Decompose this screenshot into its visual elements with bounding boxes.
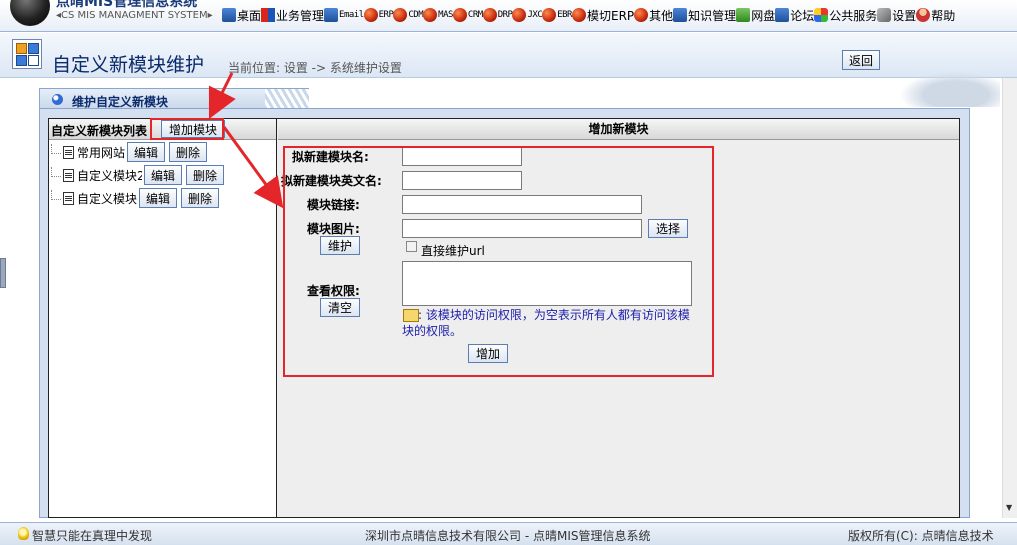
nav-item-15[interactable]: 公共服务 bbox=[814, 6, 877, 24]
nav-item-label: 桌面 bbox=[237, 8, 262, 23]
nav-item-label: MAS bbox=[438, 10, 453, 20]
nav-item-label: 知识管理 bbox=[688, 8, 737, 23]
nav-item-label: DRP bbox=[497, 10, 513, 20]
delete-module-button[interactable]: 删除 bbox=[186, 165, 225, 185]
nav-item-5[interactable]: MAS bbox=[423, 6, 453, 24]
footer-copyright: 版权所有(C): 点晴信息技术 bbox=[848, 529, 994, 543]
footer: 智慧只能在真理中发现 深圳市点晴信息技术有限公司 - 点晴MIS管理信息系统 版… bbox=[0, 522, 1017, 545]
tree-item[interactable]: 自定义模块2 编辑 删除 bbox=[51, 165, 225, 185]
edit-module-button[interactable]: 编辑 bbox=[144, 165, 183, 185]
nav-item-label: JXC bbox=[527, 10, 543, 20]
nav-item-1[interactable]: 业务管理 bbox=[261, 6, 324, 24]
email-icon bbox=[324, 8, 339, 22]
add-module-header: 增加新模块 bbox=[278, 119, 959, 140]
footer-company: 深圳市点晴信息技术有限公司 - 点晴MIS管理信息系统 bbox=[365, 529, 651, 543]
tree-item-label[interactable]: 自定义模块2 bbox=[77, 167, 142, 184]
diecut-erp-icon bbox=[571, 8, 586, 22]
business-icon bbox=[261, 8, 276, 22]
settings-icon bbox=[877, 8, 892, 22]
jxc-icon bbox=[512, 8, 527, 22]
nav-item-label: Email bbox=[339, 10, 364, 20]
cdm-icon bbox=[393, 8, 408, 22]
app-subtitle: ◂CS MIS MANAGMENT SYSTEM▸ bbox=[56, 10, 213, 21]
scroll-down-icon[interactable]: ▼ bbox=[1006, 503, 1012, 512]
tree-item[interactable]: 自定义模块 编辑 删除 bbox=[51, 188, 220, 208]
nav-item-label: 其他 bbox=[649, 8, 674, 23]
nav-item-label: CDM bbox=[408, 10, 424, 20]
desktop-icon bbox=[222, 8, 236, 22]
page-title: 自定义新模块维护 bbox=[52, 54, 205, 76]
tree-item-label[interactable]: 自定义模块 bbox=[77, 190, 137, 207]
nav-item-label: CRM bbox=[467, 10, 483, 20]
annotation-box-add-button bbox=[150, 118, 224, 140]
nav-item-12[interactable]: 知识管理 bbox=[673, 6, 736, 24]
nav-item-label: 模切ERP bbox=[586, 8, 635, 23]
mas-icon bbox=[423, 8, 438, 22]
nav-item-label: EBR bbox=[557, 10, 572, 20]
nav-item-7[interactable]: DRP bbox=[482, 6, 513, 24]
crm-icon bbox=[452, 8, 467, 22]
nav-item-16[interactable]: 设置 bbox=[877, 6, 916, 24]
nav-item-label: 公共服务 bbox=[829, 8, 878, 23]
document-icon bbox=[63, 145, 74, 159]
module-settings-icon bbox=[12, 39, 42, 69]
knowledge-icon bbox=[673, 8, 688, 22]
forum-icon bbox=[775, 8, 790, 22]
delete-module-button[interactable]: 删除 bbox=[169, 142, 208, 162]
nav-item-8[interactable]: JXC bbox=[512, 6, 543, 24]
nav-item-4[interactable]: CDM bbox=[393, 6, 424, 24]
footer-motto: 智慧只能在真理中发现 bbox=[32, 529, 153, 543]
nav-item-label: 设置 bbox=[892, 8, 917, 23]
bullet-icon bbox=[52, 94, 63, 105]
nav-item-label: 论坛 bbox=[790, 8, 815, 23]
annotation-box-form bbox=[283, 146, 714, 377]
public-service-icon bbox=[814, 8, 829, 22]
other-icon bbox=[634, 8, 649, 22]
back-button[interactable]: 返回 bbox=[842, 50, 880, 70]
breadcrumb: 当前位置: 设置 -> 系统维护设置 bbox=[228, 61, 402, 75]
top-nav: 桌面 业务管理 Email ERP CDM MAS CRM DRP JXC EBR 模切ERP 其他知… bbox=[222, 6, 955, 24]
top-bar: 点晴MIS管理信息系统 ◂CS MIS MANAGMENT SYSTEM▸ 桌面… bbox=[0, 0, 1017, 32]
nav-item-3[interactable]: ERP bbox=[363, 6, 394, 24]
tree-item[interactable]: 常用网站 编辑 删除 bbox=[51, 142, 208, 162]
netdisk-icon bbox=[736, 8, 751, 22]
drp-icon bbox=[482, 8, 497, 22]
edit-module-button[interactable]: 编辑 bbox=[139, 188, 178, 208]
document-icon bbox=[63, 168, 74, 182]
nav-item-17[interactable]: 帮助 bbox=[916, 6, 955, 24]
page-header: 自定义新模块维护 当前位置: 设置 -> 系统维护设置 返回 bbox=[0, 33, 1017, 107]
nav-item-14[interactable]: 论坛 bbox=[775, 6, 814, 24]
logo-icon bbox=[10, 0, 50, 26]
nav-item-11[interactable]: 其他 bbox=[634, 6, 673, 24]
tab-decoration bbox=[265, 88, 309, 110]
erp-icon bbox=[363, 8, 378, 22]
lightbulb-icon bbox=[18, 527, 29, 540]
delete-module-button[interactable]: 删除 bbox=[181, 188, 220, 208]
vertical-scrollbar[interactable]: ▼ bbox=[1002, 78, 1017, 518]
tab-maintain-modules[interactable]: 维护自定义新模块 bbox=[39, 88, 269, 110]
nav-item-label: 业务管理 bbox=[276, 8, 325, 23]
nav-item-13[interactable]: 网盘 bbox=[736, 6, 775, 24]
help-icon bbox=[916, 8, 931, 22]
tree-branch bbox=[51, 144, 61, 154]
sidebar-toggle-handle[interactable] bbox=[0, 258, 6, 288]
edit-module-button[interactable]: 编辑 bbox=[127, 142, 166, 162]
nav-item-9[interactable]: EBR bbox=[542, 6, 572, 24]
tree-item-label[interactable]: 常用网站 bbox=[77, 144, 125, 161]
nav-item-label: 网盘 bbox=[751, 8, 776, 23]
nav-item-10[interactable]: 模切ERP bbox=[571, 6, 635, 24]
tree-branch bbox=[51, 190, 61, 200]
nav-item-label: 帮助 bbox=[931, 8, 956, 23]
tree-branch bbox=[51, 167, 61, 177]
document-icon bbox=[63, 191, 74, 205]
nav-item-2[interactable]: Email bbox=[324, 6, 364, 24]
module-list-title: 自定义新模块列表 bbox=[51, 124, 148, 138]
nav-item-0[interactable]: 桌面 bbox=[222, 6, 261, 24]
nav-item-6[interactable]: CRM bbox=[452, 6, 483, 24]
ebr-icon bbox=[542, 8, 557, 22]
module-list-column: 自定义新模块列表 增加模块 常用网站 编辑 删除 自定义模块2 编辑 删除 自定义模块 编辑删… bbox=[49, 119, 277, 517]
nav-item-label: ERP bbox=[378, 10, 394, 20]
